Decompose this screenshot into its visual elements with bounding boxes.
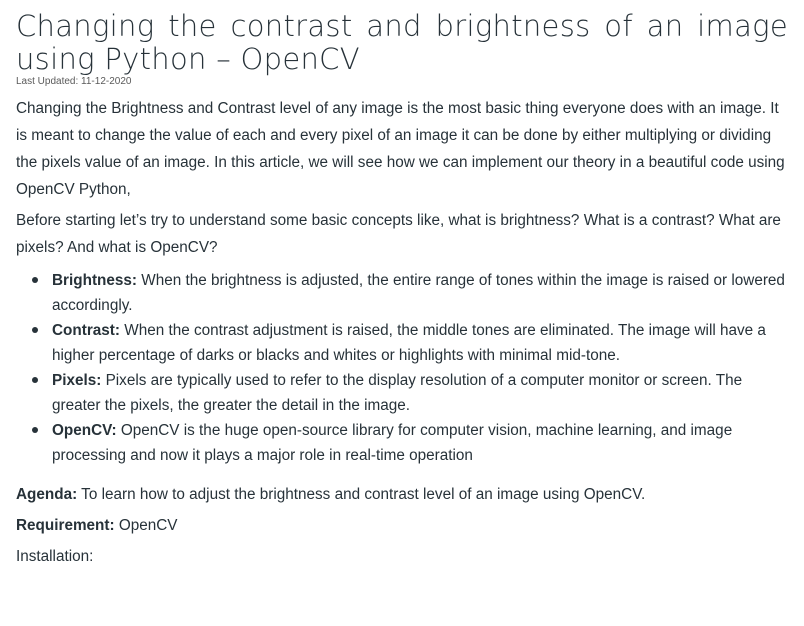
agenda-text: To learn how to adjust the brightness an…	[77, 486, 646, 503]
article-title: Changing the contrast and brightness of …	[16, 9, 788, 76]
concept-description: When the contrast adjustment is raised, …	[52, 322, 766, 364]
intro-paragraph: Changing the Brightness and Contrast lev…	[16, 100, 785, 198]
list-item: Brightness: When the brightness is adjus…	[32, 268, 788, 318]
list-item: OpenCV: OpenCV is the huge open-source l…	[32, 418, 788, 468]
bullet-icon	[32, 277, 38, 283]
concepts-list: Brightness: When the brightness is adjus…	[16, 268, 788, 468]
agenda-label: Agenda:	[16, 486, 78, 503]
concepts-intro-paragraph: Before starting let’s try to understand …	[16, 212, 781, 256]
concept-description: Pixels are typically used to refer to th…	[52, 372, 743, 414]
requirement-label: Requirement:	[16, 517, 115, 534]
bullet-icon	[32, 377, 38, 383]
list-item: Pixels: Pixels are typically used to ref…	[32, 368, 788, 418]
bullet-icon	[32, 427, 38, 433]
list-item: Contrast: When the contrast adjustment i…	[32, 318, 788, 368]
requirement-paragraph: Requirement: OpenCV	[16, 512, 788, 539]
installation-heading: Installation:	[16, 548, 94, 565]
concept-description: OpenCV is the huge open-source library f…	[52, 422, 733, 464]
last-updated-date: Last Updated: 11-12-2020	[16, 76, 132, 87]
concept-term: Contrast:	[52, 322, 120, 339]
concept-description: When the brightness is adjusted, the ent…	[52, 272, 785, 314]
concept-term: OpenCV:	[52, 422, 117, 439]
agenda-paragraph: Agenda: To learn how to adjust the brigh…	[16, 481, 788, 508]
concept-term: Pixels:	[52, 372, 102, 389]
article: Changing the contrast and brightness of …	[0, 0, 788, 570]
bullet-icon	[32, 327, 38, 333]
concept-term: Brightness:	[52, 272, 137, 289]
requirement-text: OpenCV	[114, 517, 178, 534]
